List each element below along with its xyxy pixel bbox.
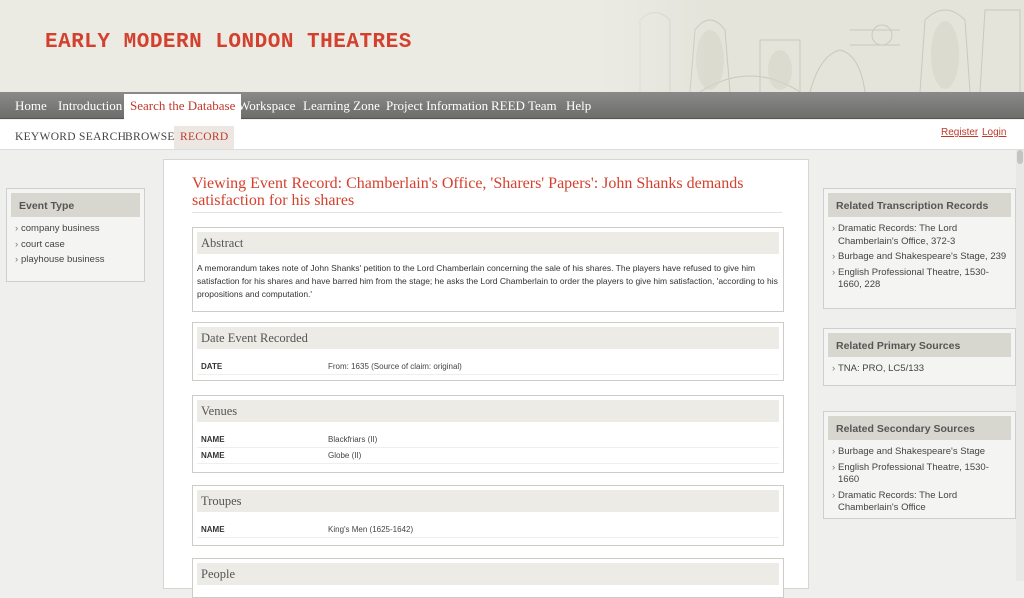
register-link[interactable]: Register — [941, 127, 978, 138]
nav-tab-search-database[interactable]: Search the Database — [124, 94, 242, 120]
nav-tab-home[interactable]: Home — [15, 92, 47, 119]
row-value[interactable]: King's Men (1625-1642) — [328, 525, 413, 534]
nav-tab-introduction[interactable]: Introduction — [58, 92, 122, 119]
related-primary-heading: Related Primary Sources — [828, 333, 1011, 357]
scrollbar[interactable] — [1016, 150, 1024, 581]
event-type-item[interactable]: court case — [15, 239, 136, 252]
nav-tab-workspace[interactable]: Workspace — [238, 92, 295, 119]
related-transcription-box: Related Transcription Records Dramatic R… — [823, 188, 1016, 309]
related-secondary-item[interactable]: English Professional Theatre, 1530-1660 — [832, 462, 1007, 487]
related-primary-box: Related Primary Sources TNA: PRO, LC5/13… — [823, 328, 1016, 386]
related-secondary-item[interactable]: Dramatic Records: The Lord Chamberlain's… — [832, 490, 1007, 515]
related-secondary-box: Related Secondary Sources Burbage and Sh… — [823, 411, 1016, 519]
table-row: DATE From: 1635 (Source of claim: origin… — [197, 359, 779, 375]
related-secondary-item[interactable]: Burbage and Shakespeare's Stage — [832, 446, 1007, 459]
nav-tab-learning-zone[interactable]: Learning Zone — [303, 92, 380, 119]
row-label: NAME — [201, 451, 225, 460]
related-secondary-heading: Related Secondary Sources — [828, 416, 1011, 440]
troupes-panel: Troupes NAME King's Men (1625-1642) — [192, 485, 784, 546]
abstract-panel: Abstract A memorandum takes note of John… — [192, 227, 784, 312]
abstract-text: A memorandum takes note of John Shanks' … — [197, 263, 778, 299]
venues-panel: Venues NAME Blackfriars (II) NAME Globe … — [192, 395, 784, 473]
related-transcription-item[interactable]: Dramatic Records: The Lord Chamberlain's… — [832, 223, 1007, 248]
site-title[interactable]: EARLY MODERN LONDON THEATRES — [45, 31, 412, 54]
nav-tab-reed-team[interactable]: REED Team — [491, 92, 557, 119]
abstract-heading: Abstract — [197, 232, 779, 254]
subnav-tab-record[interactable]: RECORD — [174, 126, 235, 149]
table-row: NAME Blackfriars (II) — [197, 432, 779, 448]
people-heading: People — [197, 563, 779, 585]
event-type-heading: Event Type — [11, 193, 140, 217]
main-nav: Home Introduction Search the Database Wo… — [0, 92, 1024, 120]
row-label: DATE — [201, 362, 223, 371]
record-content: Viewing Event Record: Chamberlain's Offi… — [163, 159, 809, 598]
event-type-box: Event Type company business court case p… — [6, 188, 145, 282]
header-engraving-image — [600, 0, 1024, 92]
venues-heading: Venues — [197, 400, 779, 422]
related-transcription-item[interactable]: English Professional Theatre, 1530-1660,… — [832, 267, 1007, 292]
people-panel: People — [192, 558, 784, 598]
related-transcription-heading: Related Transcription Records — [828, 193, 1011, 217]
row-value: From: 1635 (Source of claim: original) — [328, 362, 462, 371]
table-row: NAME King's Men (1625-1642) — [197, 522, 779, 538]
sub-nav: KEYWORD SEARCH BROWSE RECORD Register Lo… — [0, 120, 1024, 150]
date-recorded-heading: Date Event Recorded — [197, 327, 779, 349]
event-type-item[interactable]: playhouse business — [15, 254, 136, 267]
record-title: Viewing Event Record: Chamberlain's Offi… — [192, 175, 782, 213]
event-type-item[interactable]: company business — [15, 223, 136, 236]
subnav-tab-browse[interactable]: BROWSE — [125, 126, 175, 149]
date-recorded-panel: Date Event Recorded DATE From: 1635 (Sou… — [192, 322, 784, 381]
login-link[interactable]: Login — [982, 127, 1006, 138]
table-row: NAME Globe (II) — [197, 448, 779, 464]
nav-tab-project-information[interactable]: Project Information — [386, 92, 488, 119]
nav-tab-help[interactable]: Help — [566, 92, 591, 119]
scrollbar-thumb[interactable] — [1017, 150, 1023, 164]
row-value[interactable]: Globe (II) — [328, 451, 361, 460]
subnav-tab-keyword-search[interactable]: KEYWORD SEARCH — [15, 126, 126, 149]
site-header: EARLY MODERN LONDON THEATRES — [0, 0, 1024, 92]
row-value[interactable]: Blackfriars (II) — [328, 435, 377, 444]
row-label: NAME — [201, 525, 225, 534]
related-transcription-item[interactable]: Burbage and Shakespeare's Stage, 239 — [832, 251, 1007, 264]
row-label: NAME — [201, 435, 225, 444]
related-primary-item[interactable]: TNA: PRO, LC5/133 — [832, 363, 1007, 376]
troupes-heading: Troupes — [197, 490, 779, 512]
